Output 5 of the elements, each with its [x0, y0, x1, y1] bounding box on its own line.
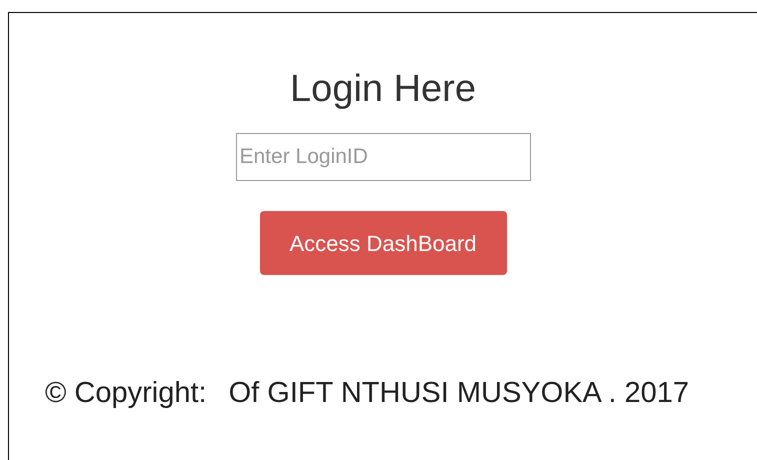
- login-heading: Login Here: [290, 67, 476, 112]
- login-id-field[interactable]: Enter LoginID: [236, 133, 530, 181]
- access-dashboard-button[interactable]: Access DashBoard: [260, 211, 506, 275]
- copyright-label: © Copyright:: [45, 376, 207, 411]
- copyright-owner: Of GIFT NTHUSI MUSYOKA . 2017: [228, 376, 689, 411]
